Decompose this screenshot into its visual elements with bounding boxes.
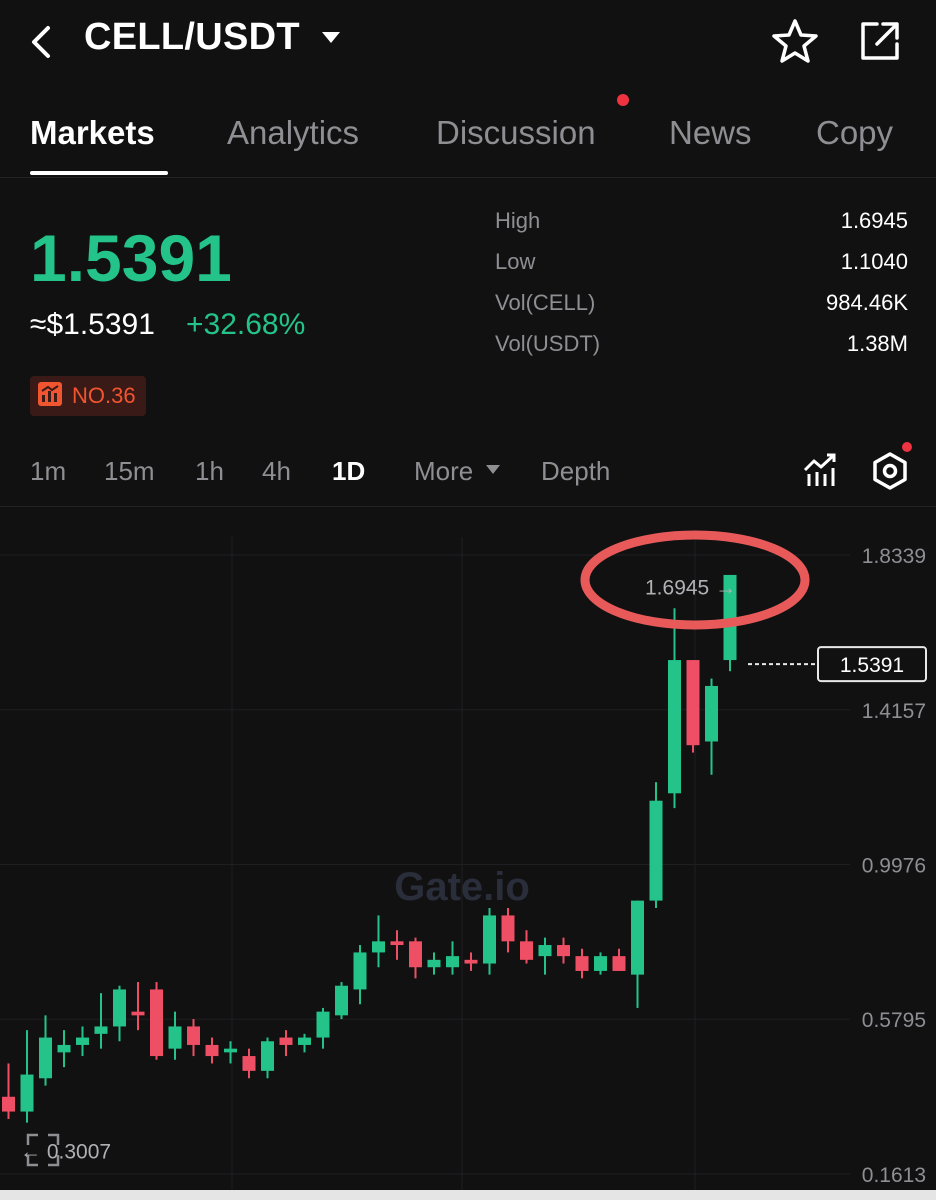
notification-dot (902, 442, 912, 452)
active-tab-indicator (30, 171, 168, 175)
rank-label: NO.36 (72, 383, 136, 408)
settings-hex-icon[interactable] (870, 451, 910, 496)
candle-body (464, 959, 478, 964)
price-change: +32.68% (186, 308, 306, 341)
candle-body (57, 1044, 71, 1053)
candle-body (205, 1044, 219, 1057)
stat-value-high: 1.6945 (840, 208, 908, 233)
star-icon[interactable] (770, 16, 820, 71)
candle-body (187, 1026, 200, 1045)
candle-body (279, 1037, 293, 1045)
candle-body (390, 941, 404, 946)
candle-body (649, 800, 663, 901)
candle-body (94, 1026, 108, 1034)
candle-body (446, 956, 459, 968)
rank-chart-icon (38, 381, 62, 411)
caret-down-icon (486, 465, 500, 474)
candle-body (372, 941, 385, 953)
candle-body (168, 1026, 182, 1049)
last-price: 1.5391 (30, 221, 232, 295)
stat-value-vol-usdt: 1.38M (846, 331, 908, 356)
stat-label-vol-cell: Vol(CELL) (495, 290, 596, 315)
candle-body (335, 985, 348, 1016)
y-axis-label: 0.9976 (862, 855, 926, 878)
pair-title[interactable]: CELL/USDT (84, 16, 300, 59)
candle-body (409, 941, 422, 968)
bottom-bar (0, 1190, 936, 1200)
tab-analytics[interactable]: Analytics (227, 114, 359, 152)
indicator-chart-icon[interactable] (802, 452, 838, 493)
timeframe-1m[interactable]: 1m (30, 456, 66, 487)
divider (0, 177, 936, 178)
candle-body (686, 660, 700, 746)
candle-body (242, 1056, 256, 1071)
candle-body (39, 1037, 52, 1079)
y-axis-label: 0.5795 (862, 1009, 926, 1032)
candle-body (113, 989, 126, 1027)
notification-dot (617, 94, 629, 106)
timeframe-15m[interactable]: 15m (104, 456, 155, 487)
candle-body (427, 959, 441, 968)
candle-body (131, 1011, 145, 1016)
share-icon[interactable] (855, 16, 905, 71)
candle-body (557, 945, 570, 957)
candle-body (705, 685, 718, 742)
candle-body (20, 1074, 34, 1112)
candle-body (612, 956, 626, 971)
candle-body (224, 1048, 237, 1053)
candle-body (353, 952, 367, 990)
stat-label-high: High (495, 208, 541, 233)
candlestick-chart[interactable]: Gate.io 1.8339 1.4157 0.9976 0.5795 0.1613 1… (0, 507, 936, 1190)
stat-label-low: Low (495, 249, 536, 274)
candle-body (150, 989, 163, 1057)
candle-body (501, 915, 515, 942)
watermark: Gate.io (394, 865, 530, 909)
tab-news[interactable]: News (669, 114, 752, 152)
candle-body (594, 956, 607, 971)
tab-markets[interactable]: Markets (30, 114, 155, 152)
candle-body (2, 1096, 15, 1112)
caret-down-icon[interactable] (322, 32, 340, 43)
candle-body (575, 956, 589, 971)
tab-discussion[interactable]: Discussion (436, 114, 596, 152)
timeframe-1d[interactable]: 1D (332, 456, 365, 487)
candle-body (298, 1037, 311, 1045)
y-axis-label: 1.8339 (862, 545, 926, 568)
usd-price: ≈$1.5391 (30, 308, 155, 341)
rank-badge[interactable]: NO.36 (30, 376, 146, 416)
tab-copy[interactable]: Copy (816, 114, 893, 152)
candle-body (316, 1011, 330, 1038)
stat-label-vol-usdt: Vol(USDT) (495, 331, 601, 356)
stat-value-vol-cell: 984.46K (826, 290, 908, 315)
depth-button[interactable]: Depth (541, 456, 610, 487)
timeframe-4h[interactable]: 4h (262, 456, 291, 487)
candle-body (76, 1037, 89, 1045)
candle-body (520, 941, 533, 960)
y-axis-label: 1.4157 (862, 700, 926, 723)
back-arrow-icon[interactable] (26, 22, 56, 67)
current-price-label: 1.5391 (840, 654, 904, 677)
candle-body (668, 660, 681, 794)
timeframe-1h[interactable]: 1h (195, 456, 224, 487)
candle-body (538, 945, 552, 957)
high-marker: 1.6945 → (645, 577, 736, 600)
stat-value-low: 1.1040 (840, 249, 908, 274)
more-button[interactable]: More (414, 456, 473, 487)
low-marker: ← 0.3007 (20, 1140, 111, 1163)
candle-body (261, 1041, 274, 1071)
y-axis-label: 0.1613 (862, 1164, 926, 1187)
candle-body (631, 900, 644, 975)
candle-body (483, 915, 496, 964)
